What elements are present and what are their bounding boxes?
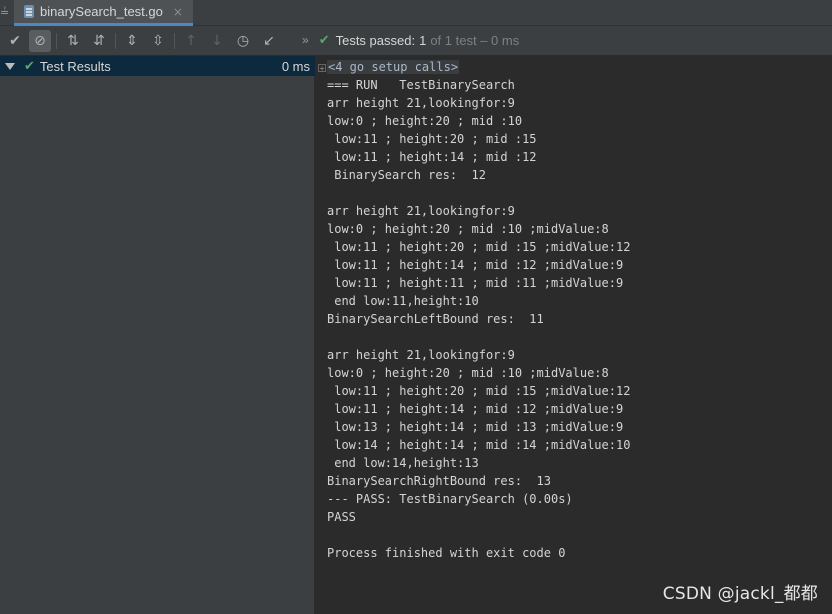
console-line: low:11 ; height:20 ; mid :15 ;midValue:1… <box>327 384 631 398</box>
console-output[interactable]: + <4 go setup calls> === RUN TestBinarySe… <box>316 56 832 614</box>
sort-alpha-icon: ⇅ <box>67 33 79 49</box>
console-line: arr height 21,lookingfor:9 <box>327 96 515 110</box>
console-line: arr height 21,lookingfor:9 <box>327 204 515 218</box>
show-ignored-button[interactable]: ⊘ <box>29 30 51 52</box>
console-line: low:0 ; height:20 ; mid :10 ;midValue:8 <box>327 366 609 380</box>
toolbar-separator <box>56 33 57 49</box>
expand-triangle-icon[interactable] <box>5 62 15 70</box>
show-passed-button[interactable]: ✔ <box>4 30 26 52</box>
folded-setup-calls[interactable]: + <4 go setup calls> <box>316 58 832 76</box>
console-line: low:13 ; height:14 ; mid :13 ;midValue:9 <box>327 420 624 434</box>
arrow-up-icon: ↑ <box>185 33 197 49</box>
console-line: BinarySearch res: 12 <box>327 168 486 182</box>
fold-text: <4 go setup calls> <box>327 60 460 74</box>
console-line: low:11 ; height:11 ; mid :11 ;midValue:9 <box>327 276 624 290</box>
expand-all-button[interactable]: ⇕ <box>121 30 143 52</box>
status-total: of 1 test – 0 ms <box>430 32 520 48</box>
editor-tab-bar: ≟ binarySearch_test.go × <box>0 0 832 26</box>
tab-label: binarySearch_test.go <box>40 4 163 19</box>
fold-plus-icon[interactable]: + <box>318 63 326 72</box>
test-history-button[interactable]: ◷ <box>232 30 254 52</box>
console-line: BinarySearchRightBound res: 13 <box>327 474 551 488</box>
import-tests-button[interactable]: ↙ <box>258 30 280 52</box>
status-label: Tests passed: <box>335 32 416 48</box>
console-line: low:14 ; height:14 ; mid :14 ;midValue:1… <box>327 438 631 452</box>
tabbar-edge-icon: ≟ <box>0 6 10 19</box>
console-line: low:11 ; height:14 ; mid :12 <box>327 150 537 164</box>
console-line: low:11 ; height:14 ; mid :12 ;midValue:9 <box>327 258 624 272</box>
test-results-tree: ✔ Test Results 0 ms <box>0 56 315 614</box>
expand-all-icon: ⇕ <box>126 33 138 49</box>
toolbar-separator <box>115 33 116 49</box>
sort-duration-icon: ⇵ <box>93 33 105 49</box>
test-runner-toolbar: ✔ ⊘ ⇅ ⇵ ⇕ ⇳ ↑ ↓ ◷ ↙ » ✔ Tests passed: 1 … <box>0 26 832 56</box>
sort-alpha-button[interactable]: ⇅ <box>62 30 84 52</box>
collapse-all-button[interactable]: ⇳ <box>147 30 169 52</box>
passed-check-icon: ✔ <box>24 58 35 73</box>
console-line: low:11 ; height:20 ; mid :15 <box>327 132 537 146</box>
go-file-icon <box>24 5 34 18</box>
console-line: BinarySearchLeftBound res: 11 <box>327 312 544 326</box>
stop-icon: ⊘ <box>34 33 46 49</box>
console-line: low:11 ; height:14 ; mid :12 ;midValue:9 <box>327 402 624 416</box>
prev-failed-button[interactable]: ↑ <box>180 30 202 52</box>
close-icon[interactable]: × <box>173 5 183 19</box>
passed-check-icon: ✔ <box>318 32 330 47</box>
tree-item-test-results[interactable]: ✔ Test Results 0 ms <box>0 56 315 76</box>
console-line: PASS <box>327 510 356 524</box>
status-passed-count: 1 <box>419 32 427 48</box>
console-line: --- PASS: TestBinarySearch (0.00s) <box>327 492 573 506</box>
console-line: Process finished with exit code 0 <box>327 546 566 560</box>
console-line: arr height 21,lookingfor:9 <box>327 348 515 362</box>
console-line: low:11 ; height:20 ; mid :15 ;midValue:1… <box>327 240 631 254</box>
watermark: CSDN @jackl_都都 <box>662 584 818 604</box>
toolbar-separator <box>174 33 175 49</box>
test-status: » ✔ Tests passed: 1 of 1 test – 0 ms <box>302 32 519 48</box>
tree-item-label: Test Results <box>39 58 111 74</box>
tab-binary-search-test[interactable]: binarySearch_test.go × <box>14 0 193 26</box>
next-failed-button[interactable]: ↓ <box>206 30 228 52</box>
console-line: low:0 ; height:20 ; mid :10 ;midValue:8 <box>327 222 609 236</box>
console-line: end low:11,height:10 <box>327 294 479 308</box>
more-actions-icon[interactable]: » <box>302 33 309 47</box>
console-line: end low:14,height:13 <box>327 456 479 470</box>
collapse-all-icon: ⇳ <box>152 33 164 49</box>
check-icon: ✔ <box>9 33 21 49</box>
tree-item-duration: 0 ms <box>281 58 310 74</box>
arrow-down-icon: ↓ <box>211 33 223 49</box>
sort-duration-button[interactable]: ⇵ <box>88 30 110 52</box>
console-line: === RUN TestBinarySearch <box>327 78 515 92</box>
import-icon: ↙ <box>263 33 275 49</box>
history-icon: ◷ <box>236 33 250 49</box>
console-line: low:0 ; height:20 ; mid :10 <box>327 114 523 128</box>
